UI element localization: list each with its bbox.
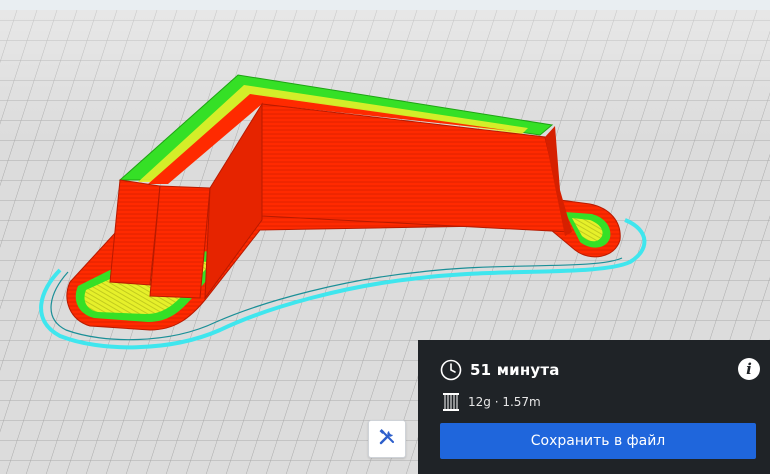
print-time: 51 минута (470, 361, 560, 379)
tools-button[interactable] (368, 420, 406, 458)
wrench-screwdriver-icon (378, 428, 396, 450)
print-time-row: 51 минута (440, 358, 560, 382)
info-icon[interactable]: i (738, 358, 760, 380)
plate-far-edge (0, 0, 770, 10)
material-row: 12g · 1.57m (442, 392, 541, 412)
save-to-file-button[interactable]: Сохранить в файл (440, 423, 756, 459)
print-summary-panel: 51 минута i 12g · 1.57m Сохранить в файл (418, 340, 770, 474)
filament-spool-icon (442, 392, 460, 412)
mid-wall-front (149, 185, 211, 299)
material-usage: 12g · 1.57m (468, 395, 541, 409)
clock-icon (440, 359, 462, 381)
